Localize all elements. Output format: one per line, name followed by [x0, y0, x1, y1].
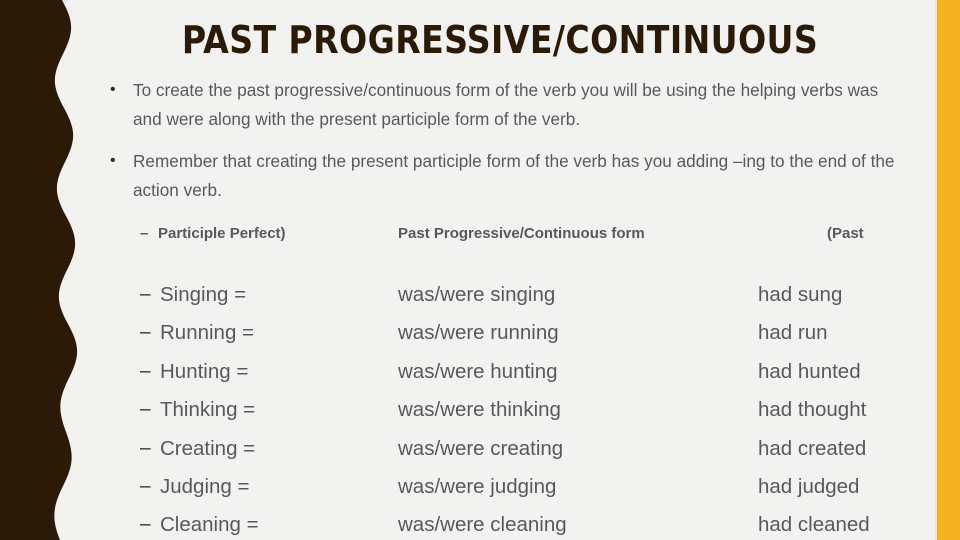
table-row: – Hunting = was/were hunting had hunted: [140, 353, 940, 391]
cell-perfect: had judged: [758, 474, 860, 498]
bullet-item-1: • To create the past progressive/continu…: [106, 76, 896, 133]
table-row: – Singing = was/were singing had sung: [140, 276, 940, 314]
table-header-perfect-label: (Past: [827, 225, 864, 242]
table-row: – Cleaning = was/were cleaning had clean…: [140, 506, 940, 540]
dash-marker-icon: –: [140, 399, 151, 421]
cell-progressive: was/were cleaning: [398, 513, 567, 537]
cell-participle-text: Hunting =: [160, 359, 249, 383]
table-header-progressive-label: Past Progressive/Continuous form: [398, 225, 645, 242]
cell-participle-text: Creating =: [160, 436, 256, 460]
bullet-text-1: To create the past progressive/continuou…: [133, 80, 879, 129]
cell-progressive: was/were creating: [398, 436, 564, 460]
cell-progressive: was/were thinking: [398, 398, 561, 422]
cell-participle-text: Judging =: [160, 474, 250, 498]
bullet-list: • To create the past progressive/continu…: [106, 76, 896, 206]
cell-participle-text: Singing =: [160, 283, 247, 306]
table-header-perfect: (Past: [827, 222, 960, 245]
table-row: – Creating = was/were creating had creat…: [140, 430, 940, 468]
cell-perfect: had thought: [758, 398, 867, 422]
cell-perfect: had cleaned: [758, 513, 870, 537]
cell-progressive: was/were singing: [398, 283, 556, 306]
dash-marker-icon: –: [140, 437, 151, 459]
cell-participle: – Running =: [140, 314, 390, 352]
dash-marker-icon: –: [140, 322, 151, 344]
dash-marker-icon: –: [140, 514, 151, 536]
table-row: – Judging = was/were judging had judged: [140, 468, 940, 506]
dash-marker-icon: –: [140, 225, 149, 242]
dash-marker-icon: –: [140, 284, 151, 305]
cell-perfect: had hunted: [758, 359, 861, 383]
cell-perfect: had created: [758, 436, 867, 460]
cell-participle: – Hunting =: [140, 353, 390, 391]
cell-participle-text: Thinking =: [160, 398, 256, 422]
cell-progressive: was/were running: [398, 321, 559, 345]
table-header-row: – Participle Perfect) Past Progressive/C…: [140, 222, 940, 276]
cell-perfect: had run: [758, 321, 828, 345]
cell-participle: – Cleaning =: [140, 506, 390, 540]
cell-participle-text: Running =: [160, 321, 255, 345]
cell-perfect: had sung: [758, 283, 843, 306]
bullet-text-2: Remember that creating the present parti…: [133, 151, 895, 200]
bullet-item-2: • Remember that creating the present par…: [106, 147, 896, 204]
table-header-participle: – Participle Perfect): [140, 222, 370, 245]
cell-participle-text: Cleaning =: [160, 513, 259, 537]
cell-participle: – Thinking =: [140, 391, 390, 429]
cell-participle: – Judging =: [140, 468, 390, 506]
bullet-marker-icon: •: [110, 81, 116, 98]
dash-marker-icon: –: [140, 475, 151, 497]
bullet-marker-icon: •: [110, 152, 116, 169]
cell-progressive: was/were judging: [398, 474, 557, 498]
verb-forms-table: – Participle Perfect) Past Progressive/C…: [140, 222, 940, 540]
cell-participle: – Creating =: [140, 430, 390, 468]
table-row: – Running = was/were running had run: [140, 314, 940, 352]
cell-progressive: was/were hunting: [398, 359, 558, 383]
table-row: – Thinking = was/were thinking had thoug…: [140, 391, 940, 429]
dash-marker-icon: –: [140, 360, 151, 382]
slide-canvas: PAST PROGRESSIVE/CONTINUOUS • To create …: [0, 0, 960, 540]
page-title: PAST PROGRESSIVE/CONTINUOUS: [181, 18, 819, 62]
left-wavy-border-decoration: [0, 0, 78, 540]
table-header-progressive: Past Progressive/Continuous form: [398, 222, 798, 245]
table-header-participle-label: Participle Perfect): [158, 225, 286, 242]
cell-participle: – Singing =: [140, 276, 390, 314]
